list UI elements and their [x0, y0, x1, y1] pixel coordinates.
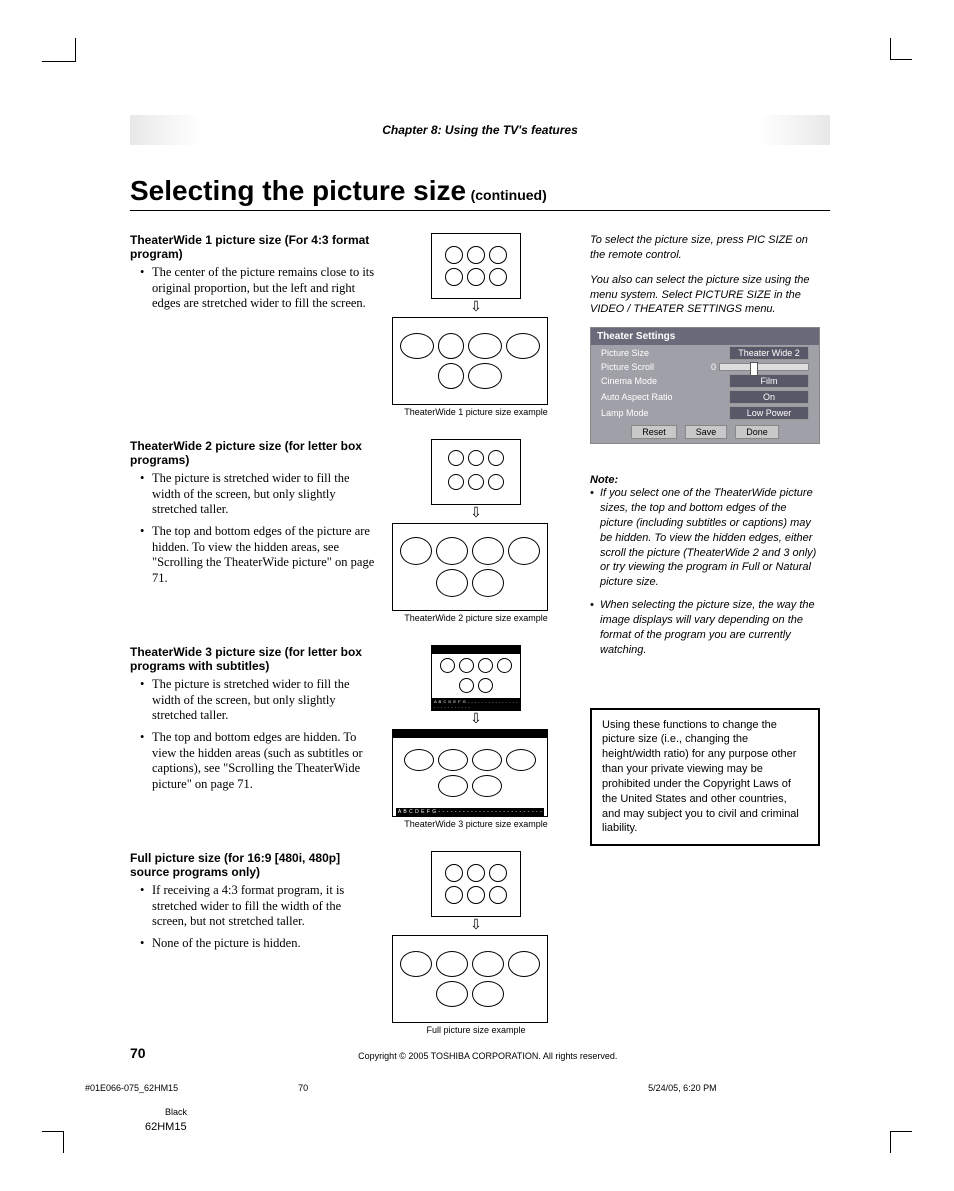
- section1-bullet: The center of the picture remains close …: [152, 265, 378, 312]
- section2-bullet1: The picture is stretched wider to fill t…: [152, 471, 378, 518]
- menu-row-label: Picture Scroll: [601, 362, 654, 372]
- down-arrow-icon: ⇩: [392, 713, 560, 727]
- footer-page2: 70: [298, 1083, 308, 1093]
- full-after-diagram: [392, 935, 548, 1023]
- down-arrow-icon: ⇩: [392, 507, 560, 521]
- tw1-after-diagram: [392, 317, 548, 405]
- section4-bullet1: If receiving a 4:3 format program, it is…: [152, 883, 378, 930]
- section3-bullet1: The picture is stretched wider to fill t…: [152, 677, 378, 724]
- chapter-header: Chapter 8: Using the TV's features: [130, 115, 830, 145]
- tw2-caption: TheaterWide 2 picture size example: [392, 613, 560, 623]
- sidebar-intro2: You also can select the picture size usi…: [590, 273, 820, 318]
- footer-color: Black: [85, 1107, 885, 1117]
- menu-row-value: Film: [729, 374, 809, 388]
- menu-row-value: Theater Wide 2: [729, 346, 809, 360]
- menu-reset-button: Reset: [631, 425, 677, 439]
- tw2-before-diagram: [431, 439, 521, 505]
- down-arrow-icon: ⇩: [392, 301, 560, 315]
- section4-heading: Full picture size (for 16:9 [480i, 480p]…: [130, 851, 378, 879]
- section4-bullet2: None of the picture is hidden.: [152, 936, 378, 952]
- tw3-before-diagram: A B C D E F G - - - - - - - - - - - - - …: [431, 645, 521, 711]
- copyright-warning-box: Using these functions to change the pict…: [590, 708, 820, 847]
- note-heading: Note:: [590, 474, 820, 486]
- subtitle-text-small: A B C D E F G - - - - - - - - - - - - - …: [432, 698, 520, 710]
- section3-bullet2: The top and bottom edges are hidden. To …: [152, 730, 378, 793]
- menu-row-label: Cinema Mode: [601, 376, 657, 386]
- title-main: Selecting the picture size: [130, 175, 466, 206]
- tw1-before-diagram: [431, 233, 521, 299]
- menu-done-button: Done: [735, 425, 779, 439]
- page-title: Selecting the picture size (continued): [130, 175, 830, 207]
- title-continued: (continued): [471, 187, 547, 203]
- menu-save-button: Save: [685, 425, 728, 439]
- section1-heading: TheaterWide 1 picture size (For 4:3 form…: [130, 233, 378, 261]
- note-item2: When selecting the picture size, the way…: [600, 598, 820, 657]
- section3-heading: TheaterWide 3 picture size (for letter b…: [130, 645, 378, 673]
- footer-timestamp: 5/24/05, 6:20 PM: [648, 1083, 717, 1093]
- title-rule: [130, 210, 830, 211]
- subtitle-text-large: A B C D E F G - - - - - - - - - - - - - …: [396, 808, 544, 816]
- section2-bullet2: The top and bottom edges of the picture …: [152, 524, 378, 587]
- menu-row-label: Picture Size: [601, 348, 649, 358]
- menu-row-value: On: [729, 390, 809, 404]
- menu-row-label: Lamp Mode: [601, 408, 649, 418]
- tw3-caption: TheaterWide 3 picture size example: [392, 819, 560, 829]
- menu-row-label: Auto Aspect Ratio: [601, 392, 673, 402]
- full-before-diagram: [431, 851, 521, 917]
- full-caption: Full picture size example: [392, 1025, 560, 1035]
- sidebar-intro1: To select the picture size, press PIC SI…: [590, 233, 820, 263]
- tw1-caption: TheaterWide 1 picture size example: [392, 407, 560, 417]
- down-arrow-icon: ⇩: [392, 919, 560, 933]
- menu-row-value: Low Power: [729, 406, 809, 420]
- picture-scroll-slider: [719, 363, 809, 371]
- footer-filename: #01E066-075_62HM15: [85, 1083, 178, 1093]
- tw2-after-diagram: [392, 523, 548, 611]
- menu-title: Theater Settings: [591, 328, 819, 345]
- slider-left-value: 0: [711, 362, 716, 372]
- theater-settings-menu: Theater Settings Picture Size Theater Wid…: [590, 327, 820, 444]
- note-item1: If you select one of the TheaterWide pic…: [600, 486, 820, 590]
- tw3-after-diagram: A B C D E F G - - - - - - - - - - - - - …: [392, 729, 548, 817]
- footer-model: 62HM15: [85, 1121, 885, 1133]
- section2-heading: TheaterWide 2 picture size (for letter b…: [130, 439, 378, 467]
